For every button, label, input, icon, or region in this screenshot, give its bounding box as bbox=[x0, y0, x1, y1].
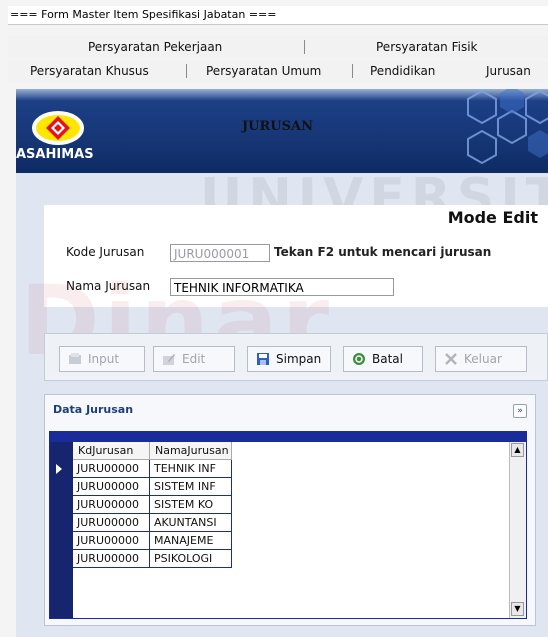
edit-icon bbox=[163, 354, 175, 365]
input-icon bbox=[69, 353, 81, 364]
scroll-down-icon[interactable]: ▼ bbox=[511, 602, 524, 616]
tab-jurusan[interactable]: Jurusan bbox=[486, 60, 531, 82]
data-panel-header: Data Jurusan » bbox=[45, 395, 535, 425]
table-cell[interactable]: JURU00000 bbox=[73, 514, 150, 532]
data-panel-title: Data Jurusan bbox=[53, 403, 134, 416]
tab-persyaratan-fisik[interactable]: Persyaratan Fisik bbox=[376, 36, 478, 58]
row-selector bbox=[50, 442, 73, 618]
vertical-scrollbar[interactable]: ▲ ▼ bbox=[509, 442, 526, 618]
tab-persyaratan-umum[interactable]: Persyaratan Umum bbox=[206, 60, 321, 82]
mode-indicator: Mode Edit bbox=[447, 208, 538, 227]
kode-jurusan-label: Kode Jurusan bbox=[66, 245, 145, 259]
close-icon bbox=[445, 353, 457, 365]
tab-pendidikan[interactable]: Pendidikan bbox=[370, 60, 435, 82]
current-row-arrow-icon bbox=[56, 464, 62, 474]
grid-header-bar bbox=[49, 431, 527, 441]
table-cell[interactable]: PSIKOLOGI bbox=[150, 550, 232, 568]
data-jurusan-panel: Data Jurusan » KdJurusan NamaJurusan JUR… bbox=[44, 394, 536, 626]
window-title: === Form Master Item Spesifikasi Jabatan… bbox=[8, 6, 548, 25]
keluar-button[interactable]: Keluar bbox=[435, 346, 527, 372]
table-cell[interactable]: JURU00000 bbox=[73, 460, 150, 478]
action-toolbar: Input Edit Simpan Batal Keluar bbox=[44, 333, 548, 381]
brand-name: ASAHIMAS bbox=[16, 147, 94, 162]
column-header-namajurusan[interactable]: NamaJurusan bbox=[150, 442, 232, 460]
banner-heading: JURUSAN bbox=[242, 119, 313, 134]
cancel-icon bbox=[353, 353, 365, 365]
table-cell[interactable]: JURU00000 bbox=[73, 496, 150, 514]
table-cell[interactable]: AKUNTANSI bbox=[150, 514, 232, 532]
search-hint: Tekan F2 untuk mencari jurusan bbox=[274, 245, 492, 259]
kode-jurusan-field[interactable]: JURU000001 bbox=[170, 244, 270, 262]
table-cell[interactable]: SISTEM KO bbox=[150, 496, 232, 514]
table-cell[interactable]: JURU00000 bbox=[73, 532, 150, 550]
table-cell[interactable]: JURU00000 bbox=[73, 550, 150, 568]
input-button[interactable]: Input bbox=[59, 346, 145, 372]
header-banner: ASAHIMAS JURUSAN bbox=[16, 89, 548, 173]
scroll-up-icon[interactable]: ▲ bbox=[511, 443, 524, 457]
edit-button[interactable]: Edit bbox=[153, 346, 235, 372]
save-icon bbox=[257, 353, 269, 365]
collapse-icon[interactable]: » bbox=[513, 404, 527, 418]
tab-persyaratan-khusus[interactable]: Persyaratan Khusus bbox=[30, 60, 149, 82]
simpan-button[interactable]: Simpan bbox=[247, 346, 331, 372]
tab-persyaratan-pekerjaan[interactable]: Persyaratan Pekerjaan bbox=[88, 36, 222, 58]
hexagon-pattern-icon bbox=[467, 89, 548, 165]
batal-button[interactable]: Batal bbox=[343, 346, 423, 372]
form-window: === Form Master Item Spesifikasi Jabatan… bbox=[0, 0, 548, 637]
jurusan-grid: KdJurusan NamaJurusan JURU00000 TEHNIK I… bbox=[49, 441, 527, 619]
table-cell[interactable]: TEHNIK INF bbox=[150, 460, 232, 478]
tab-row-1: Persyaratan Pekerjaan Persyaratan Fisik bbox=[8, 36, 548, 58]
table-cell[interactable]: JURU00000 bbox=[73, 478, 150, 496]
tab-row-2: Persyaratan Khusus Persyaratan Umum Pend… bbox=[8, 60, 548, 82]
column-header-kdjurusan[interactable]: KdJurusan bbox=[73, 442, 150, 460]
table-cell[interactable]: SISTEM INF bbox=[150, 478, 232, 496]
asahimas-logo-icon bbox=[32, 111, 84, 145]
table-cell[interactable]: MANAJEME bbox=[150, 532, 232, 550]
